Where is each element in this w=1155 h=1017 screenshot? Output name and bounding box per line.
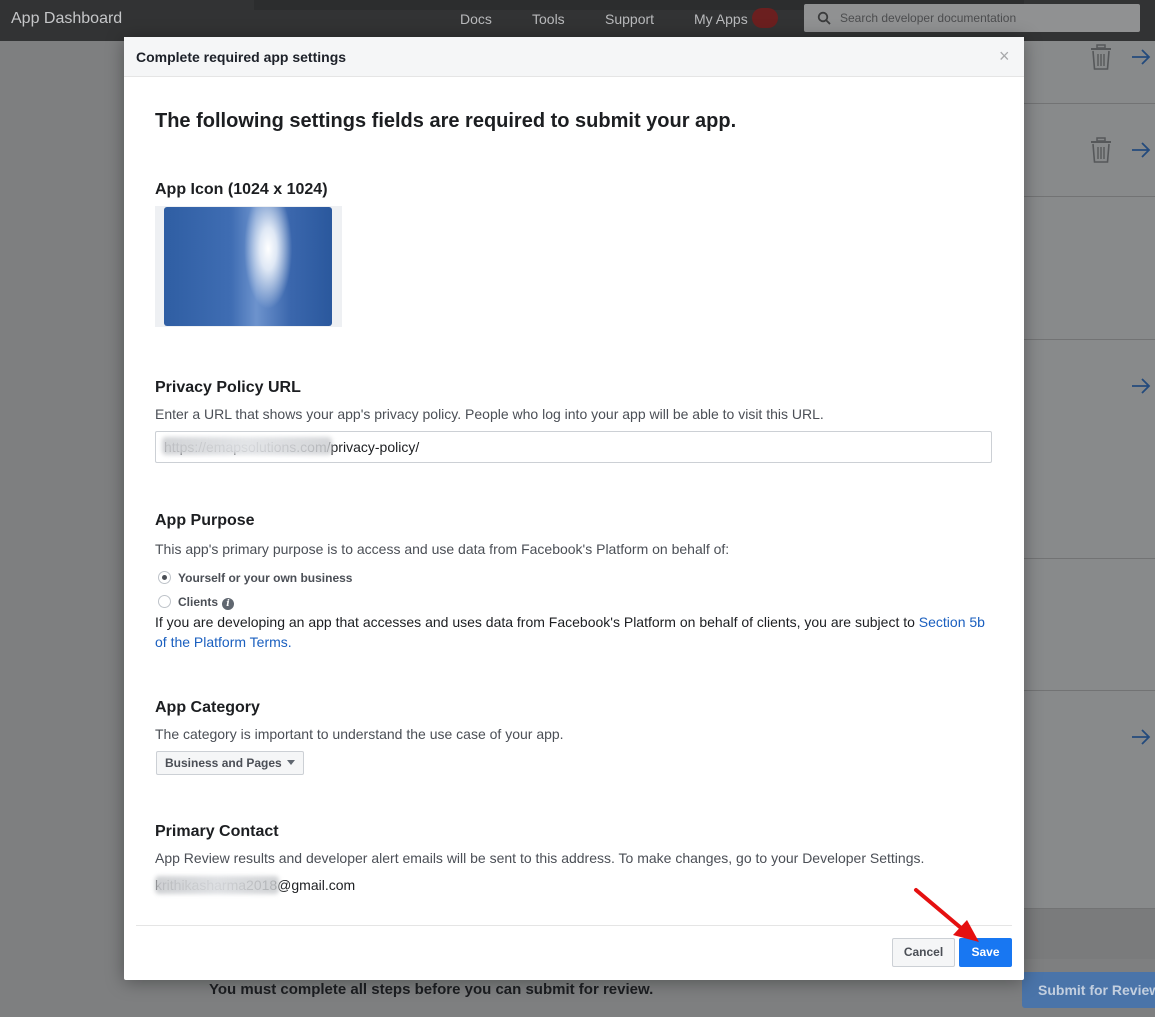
submit-for-review-button[interactable]: Submit for Review — [1022, 972, 1155, 1008]
arrow-right-icon[interactable] — [1131, 729, 1151, 745]
trash-icon[interactable] — [1088, 137, 1114, 163]
app-category-dropdown[interactable]: Business and Pages — [156, 751, 304, 775]
app-purpose-description: This app's primary purpose is to access … — [155, 541, 730, 557]
background-card — [1024, 559, 1155, 691]
review-requirement-text: You must complete all steps before you c… — [209, 981, 654, 998]
clients-note-text: If you are developing an app that access… — [155, 614, 919, 630]
app-category-title: App Category — [155, 699, 260, 716]
footer-divider — [136, 925, 1012, 926]
app-icon-upload[interactable] — [155, 206, 342, 327]
primary-contact-description: App Review results and developer alert e… — [155, 850, 925, 866]
app-icon-image — [164, 207, 332, 326]
notification-badge — [752, 8, 778, 28]
annotation-arrow-icon — [914, 888, 979, 942]
nav-link-docs[interactable]: Docs — [460, 11, 492, 27]
app-dashboard-brand[interactable]: App Dashboard — [11, 10, 122, 28]
app-category-description: The category is important to understand … — [155, 726, 564, 742]
privacy-policy-title: Privacy Policy URL — [155, 379, 301, 396]
search-box[interactable]: Search developer documentation — [804, 4, 1140, 32]
modal-intro-heading: The following settings fields are requir… — [155, 110, 737, 132]
purpose-option-label: Yourself or your own business — [178, 571, 353, 585]
search-icon — [817, 11, 831, 25]
required-settings-modal: Complete required app settings × The fol… — [124, 37, 1024, 980]
nav-link-my-apps[interactable]: My Apps — [694, 11, 748, 27]
redaction-blur — [155, 876, 279, 894]
nav-link-support[interactable]: Support — [605, 11, 654, 27]
clients-terms-note: If you are developing an app that access… — [155, 612, 995, 652]
arrow-right-icon[interactable] — [1131, 49, 1151, 65]
redaction-blur — [162, 437, 332, 455]
trash-icon[interactable] — [1088, 44, 1114, 70]
modal-title: Complete required app settings — [136, 49, 347, 65]
purpose-option-label-wrap: Clients i — [178, 595, 235, 610]
background-card — [1024, 197, 1155, 340]
app-category-selected: Business and Pages — [165, 756, 282, 770]
radio-button-checked[interactable] — [158, 571, 171, 584]
app-icon-title: App Icon (1024 x 1024) — [155, 181, 328, 198]
privacy-policy-description: Enter a URL that shows your app's privac… — [155, 406, 824, 422]
background-card — [1024, 340, 1155, 559]
modal-header: Complete required app settings × — [124, 37, 1024, 77]
radio-button[interactable] — [158, 595, 171, 608]
caret-down-icon — [286, 760, 295, 765]
close-icon[interactable]: × — [999, 46, 1010, 66]
top-navigation-bar: App Dashboard Docs Tools Support My Apps… — [0, 0, 1155, 41]
info-icon[interactable]: i — [222, 598, 235, 610]
background-strip — [1024, 909, 1155, 959]
background-card — [1024, 691, 1155, 909]
arrow-right-icon[interactable] — [1131, 142, 1151, 158]
search-placeholder: Search developer documentation — [840, 11, 1017, 25]
nav-link-tools[interactable]: Tools — [532, 11, 565, 27]
primary-contact-title: Primary Contact — [155, 823, 279, 840]
purpose-option-label: Clients — [178, 595, 219, 609]
arrow-right-icon[interactable] — [1131, 378, 1151, 394]
app-purpose-title: App Purpose — [155, 512, 255, 529]
